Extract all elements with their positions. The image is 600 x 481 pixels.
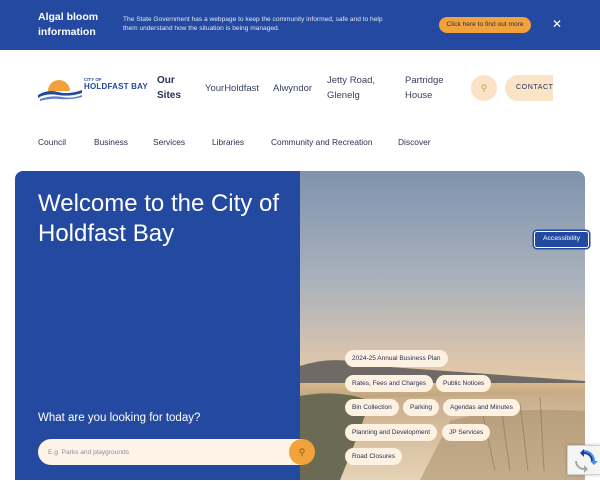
hero-search-bar: ⚲: [38, 439, 315, 465]
contact-button[interactable]: CONTACT: [505, 75, 553, 101]
quick-link-planning-development[interactable]: Planning and Development: [345, 424, 438, 441]
quick-link-bin-collection[interactable]: Bin Collection: [345, 399, 399, 416]
our-sites-label: Our Sites: [157, 75, 181, 101]
quick-link-jp-services[interactable]: JP Services: [442, 424, 491, 441]
close-icon[interactable]: ✕: [551, 17, 563, 31]
hero-search-input[interactable]: [48, 445, 278, 459]
hero-search-button[interactable]: ⚲: [289, 439, 315, 465]
hero-question: What are you looking for today?: [38, 412, 201, 424]
site-link-yourholdfast[interactable]: YourHoldfast: [205, 81, 259, 96]
search-icon: ⚲: [480, 83, 488, 93]
nav-community-recreation[interactable]: Community and Recreation: [271, 137, 372, 147]
algal-bloom-alert: Algal bloom information The State Govern…: [0, 0, 600, 50]
nav-services[interactable]: Services: [153, 137, 185, 147]
header-search-button[interactable]: ⚲: [471, 75, 497, 101]
quick-link-rates-fees[interactable]: Rates, Fees and Charges: [345, 375, 434, 392]
alert-text: The State Government has a webpage to ke…: [123, 16, 383, 32]
accessibility-button[interactable]: Accessibility: [534, 231, 589, 248]
recaptcha-badge[interactable]: [567, 445, 600, 475]
quick-link-parking[interactable]: Parking: [403, 399, 440, 416]
quick-link-agendas-minutes[interactable]: Agendas and Minutes: [443, 399, 520, 416]
holdfast-bay-logo[interactable]: CITY OF HOLDFAST BAY: [38, 74, 148, 102]
nav-council[interactable]: Council: [38, 137, 66, 147]
alert-title: Algal bloom information: [38, 11, 99, 38]
hero-section: Welcome to the City of Holdfast Bay What…: [15, 171, 585, 480]
quick-link-annual-business-plan[interactable]: 2024-25 Annual Business Plan: [345, 350, 448, 367]
quick-link-road-closures[interactable]: Road Closures: [345, 448, 402, 465]
nav-discover[interactable]: Discover: [398, 137, 431, 147]
alert-find-out-more-button[interactable]: Click here to find out more: [439, 17, 531, 33]
site-link-partridge-house[interactable]: Partridge House: [405, 73, 455, 103]
nav-libraries[interactable]: Libraries: [212, 137, 244, 147]
recaptcha-icon: [575, 449, 598, 473]
logo-text: HOLDFAST BAY: [84, 82, 148, 91]
quick-link-public-notices[interactable]: Public Notices: [436, 375, 492, 392]
nav-business[interactable]: Business: [94, 137, 128, 147]
search-icon: ⚲: [298, 447, 306, 457]
hero-panel: Welcome to the City of Holdfast Bay What…: [15, 171, 300, 480]
site-link-alwyndor[interactable]: Alwyndor: [273, 81, 312, 96]
site-link-jetty-road[interactable]: Jetty Road, Glenelg: [327, 73, 387, 103]
hero-title: Welcome to the City of Holdfast Bay: [38, 190, 279, 247]
